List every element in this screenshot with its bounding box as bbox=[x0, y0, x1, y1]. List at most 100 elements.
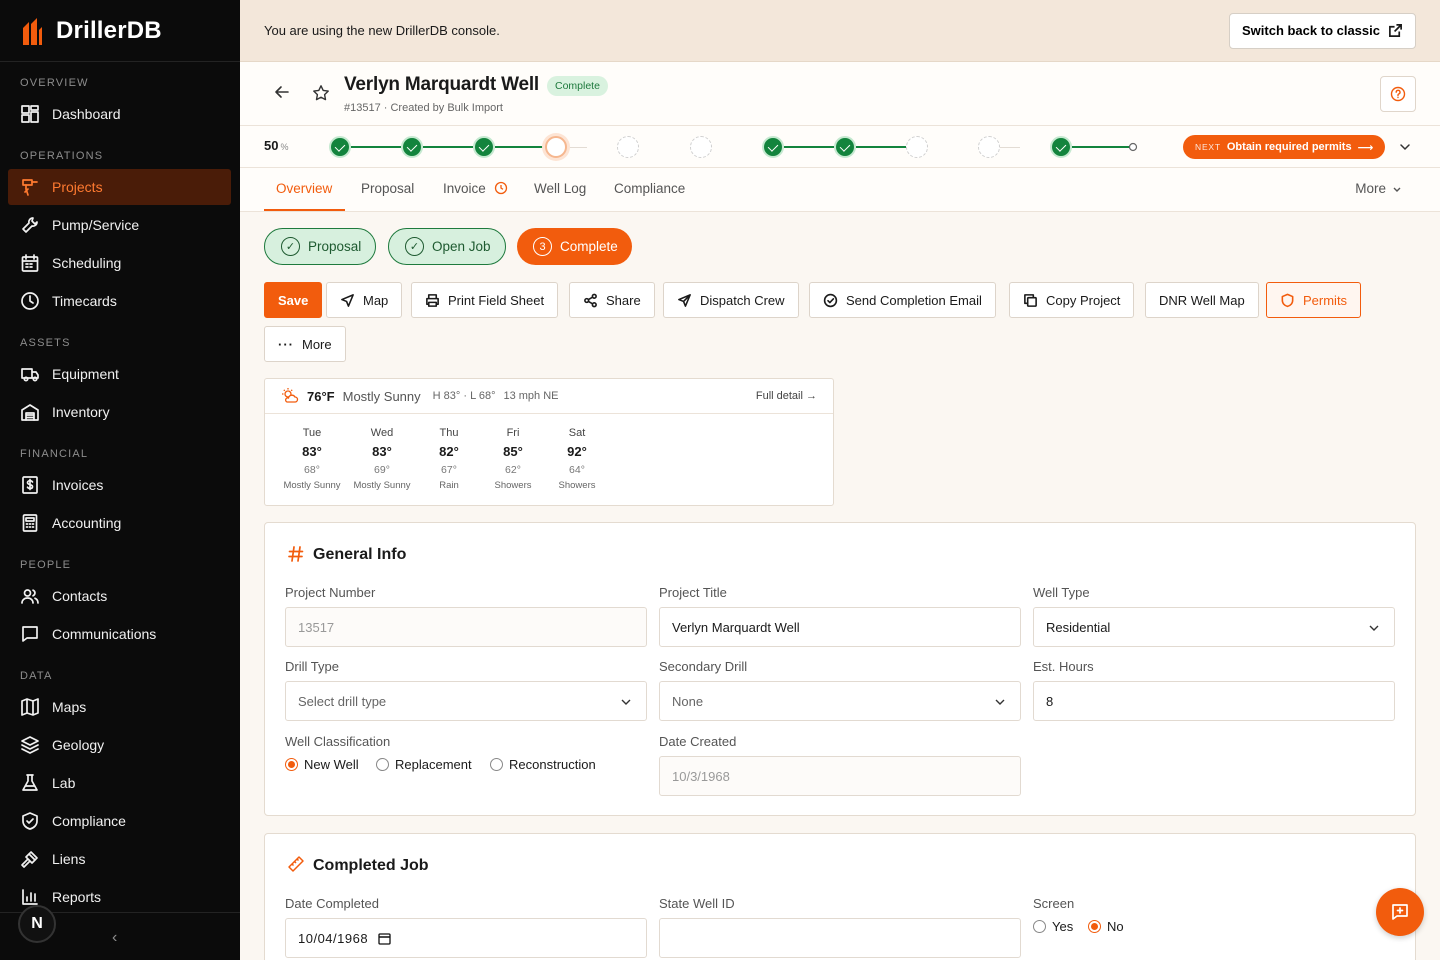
shield-icon bbox=[1281, 293, 1294, 307]
sidebar-item-scheduling[interactable]: Scheduling bbox=[8, 245, 231, 281]
star-icon[interactable] bbox=[312, 84, 330, 102]
sidebar-item-lab[interactable]: Lab bbox=[8, 765, 231, 801]
radio-unselected bbox=[1033, 920, 1046, 933]
stage-complete[interactable]: 3 Complete bbox=[517, 228, 632, 265]
radio-unselected bbox=[490, 758, 503, 771]
classification-reconstruction[interactable]: Reconstruction bbox=[490, 757, 596, 772]
progress-step-pending[interactable] bbox=[906, 136, 928, 158]
flask-icon bbox=[22, 774, 38, 791]
forecast-day: Fri 85° 62° Showers bbox=[494, 427, 532, 491]
well-type-select[interactable]: Residential bbox=[1033, 607, 1395, 647]
tab-invoice[interactable]: Invoice bbox=[443, 181, 508, 196]
help-button[interactable] bbox=[1380, 76, 1416, 112]
weather-full-detail-link[interactable]: Full detail → bbox=[756, 390, 817, 402]
sidebar-item-communications[interactable]: Communications bbox=[8, 616, 231, 652]
stage-open-job[interactable]: ✓ Open Job bbox=[388, 228, 506, 265]
clock-icon bbox=[494, 181, 507, 195]
sidebar-item-label: Equipment bbox=[52, 366, 119, 382]
tab-proposal[interactable]: Proposal bbox=[361, 181, 414, 196]
sidebar-item-pump-service[interactable]: Pump/Service bbox=[8, 207, 231, 243]
chevron-down-icon bbox=[995, 699, 1005, 705]
progress-step-complete[interactable] bbox=[762, 136, 784, 158]
progress-step-pending[interactable] bbox=[978, 136, 1000, 158]
sidebar-item-maps[interactable]: Maps bbox=[8, 689, 231, 725]
navigation-icon bbox=[341, 293, 354, 307]
sidebar-item-invoices[interactable]: Invoices bbox=[8, 467, 231, 503]
switch-classic-button[interactable]: Switch back to classic bbox=[1228, 12, 1416, 49]
tab-compliance[interactable]: Compliance bbox=[614, 181, 685, 196]
message-plus-icon bbox=[1392, 904, 1408, 920]
permits-button[interactable]: Permits bbox=[1266, 282, 1362, 318]
sidebar-item-label: Compliance bbox=[52, 813, 126, 829]
tab-well-log[interactable]: Well Log bbox=[534, 181, 586, 196]
progress-step-current[interactable] bbox=[545, 136, 567, 158]
calendar-icon[interactable] bbox=[378, 932, 391, 945]
project-title-input[interactable]: Verlyn Marquardt Well bbox=[659, 607, 1021, 647]
progress-step-complete[interactable] bbox=[473, 136, 495, 158]
save-button[interactable]: Save bbox=[264, 282, 323, 318]
feedback-fab-button[interactable] bbox=[1376, 888, 1424, 936]
date-completed-input[interactable]: 10/04/1968 bbox=[285, 918, 647, 958]
progress-step-pending[interactable] bbox=[690, 136, 712, 158]
sidebar-item-inventory[interactable]: Inventory bbox=[8, 394, 231, 430]
tab-overview[interactable]: Overview bbox=[276, 181, 332, 196]
dispatch-crew-button[interactable]: Dispatch Crew bbox=[663, 282, 799, 318]
stage-proposal[interactable]: ✓ Proposal bbox=[264, 228, 377, 265]
classification-new-well[interactable]: New Well bbox=[285, 757, 359, 772]
brand[interactable]: DrillerDB bbox=[0, 0, 240, 62]
weather-condition: Mostly Sunny bbox=[342, 388, 421, 404]
section-title: Completed Job bbox=[313, 857, 429, 874]
secondary-drill-select[interactable]: None bbox=[659, 681, 1021, 721]
page-subtitle: #13517 · Created by Bulk Import bbox=[344, 102, 503, 114]
project-number-field: 13517 bbox=[285, 607, 647, 647]
dashboard-icon bbox=[21, 105, 39, 123]
map-button[interactable]: Map bbox=[326, 282, 403, 318]
drill-type-label: Drill Type bbox=[285, 659, 339, 674]
avatar[interactable]: N bbox=[18, 905, 56, 943]
send-completion-email-button[interactable]: Send Completion Email bbox=[809, 282, 996, 318]
radio-selected bbox=[285, 758, 298, 771]
sidebar-item-projects[interactable]: Projects bbox=[8, 169, 231, 205]
screen-yes[interactable]: Yes bbox=[1033, 919, 1073, 934]
sidebar-item-compliance[interactable]: Compliance bbox=[8, 803, 231, 839]
tabs-more-button[interactable]: More bbox=[1355, 181, 1402, 196]
share-button[interactable]: Share bbox=[569, 282, 655, 318]
progress-step-complete[interactable] bbox=[401, 136, 423, 158]
sidebar-item-accounting[interactable]: Accounting bbox=[8, 505, 231, 541]
collapse-sidebar-icon[interactable]: ‹ bbox=[112, 929, 117, 947]
sidebar-item-contacts[interactable]: Contacts bbox=[8, 578, 231, 614]
progress-step-pending[interactable] bbox=[617, 136, 639, 158]
sidebar-item-label: Communications bbox=[52, 626, 157, 642]
chevron-down-icon[interactable] bbox=[1398, 140, 1412, 154]
state-well-id-input[interactable] bbox=[659, 918, 1021, 958]
progress-connector bbox=[351, 146, 401, 148]
progress-step-complete[interactable] bbox=[834, 136, 856, 158]
dnr-well-map-button[interactable]: DNR Well Map bbox=[1145, 282, 1259, 318]
back-arrow-icon[interactable] bbox=[274, 84, 290, 100]
sidebar-item-label: Scheduling bbox=[52, 255, 122, 271]
more-actions-button[interactable]: ··· More bbox=[264, 326, 346, 362]
sidebar-item-equipment[interactable]: Equipment bbox=[8, 356, 231, 392]
progress-step-complete[interactable] bbox=[329, 136, 351, 158]
sidebar-item-label: Invoices bbox=[52, 477, 104, 493]
copy-project-button[interactable]: Copy Project bbox=[1009, 282, 1135, 318]
clock-icon bbox=[21, 292, 39, 310]
sidebar-item-liens[interactable]: Liens bbox=[8, 841, 231, 877]
sidebar-item-geology[interactable]: Geology bbox=[8, 727, 231, 763]
print-field-sheet-button[interactable]: Print Field Sheet bbox=[411, 282, 559, 318]
next-step-button[interactable]: NEXT Obtain required permits ⟶ bbox=[1183, 135, 1386, 159]
screen-no[interactable]: No bbox=[1088, 919, 1124, 934]
classification-replacement[interactable]: Replacement bbox=[376, 757, 472, 772]
sidebar-item-label: Liens bbox=[52, 851, 86, 867]
drill-type-select[interactable]: Select drill type bbox=[285, 681, 647, 721]
check-circle-icon: ✓ bbox=[405, 237, 424, 256]
est-hours-input[interactable]: 8 bbox=[1033, 681, 1395, 721]
sidebar-footer: N ‹ bbox=[0, 905, 240, 960]
sidebar-item-timecards[interactable]: Timecards bbox=[8, 283, 231, 319]
drillerdb-logo-icon bbox=[23, 17, 42, 45]
more-horizontal-icon: ··· bbox=[278, 336, 294, 352]
sidebar-item-dashboard[interactable]: Dashboard bbox=[8, 96, 231, 132]
sidebar: DrillerDB OVERVIEW Dashboard OPERATIONS … bbox=[0, 0, 240, 960]
progress-step-complete[interactable] bbox=[1050, 136, 1072, 158]
forecast-day: Wed 83° 69° Mostly Sunny bbox=[353, 427, 411, 491]
